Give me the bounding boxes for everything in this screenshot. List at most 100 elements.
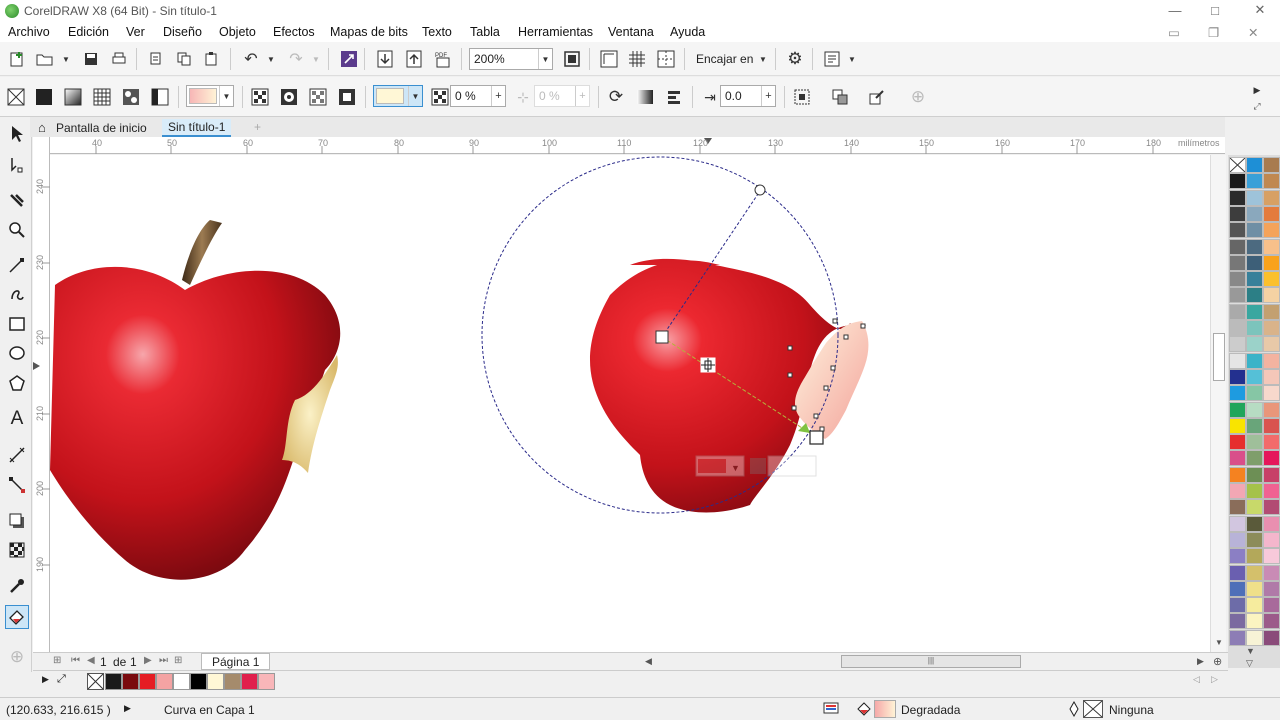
palette-swatch[interactable] xyxy=(1246,336,1263,353)
mdi-minimize-button[interactable]: ▭ xyxy=(1168,25,1180,40)
align-nodes-icon[interactable] xyxy=(663,86,685,108)
add-tab-button[interactable]: + xyxy=(248,119,267,137)
drawing-canvas[interactable]: ▼ xyxy=(50,155,1210,652)
doc-palette-swatch[interactable] xyxy=(156,673,173,690)
vertical-scrollbar-thumb[interactable] xyxy=(1213,333,1225,381)
add-page-icon[interactable]: ⊞ xyxy=(174,655,182,666)
doc-palette-scroll-right-icon[interactable]: ▷ xyxy=(1211,674,1218,685)
palette-swatch[interactable] xyxy=(1246,597,1263,614)
palette-swatch[interactable] xyxy=(1229,580,1246,597)
palette-swatch[interactable] xyxy=(1246,515,1263,532)
palette-swatch[interactable] xyxy=(1246,189,1263,206)
transparency-tool-icon[interactable] xyxy=(5,538,29,562)
parallel-dimension-tool-icon[interactable] xyxy=(5,443,29,467)
no-fill-swatch[interactable] xyxy=(1229,157,1246,173)
palette-swatch[interactable] xyxy=(1229,303,1246,320)
rectangular-gradient-icon[interactable] xyxy=(336,86,358,108)
chevron-down-icon[interactable]: ▼ xyxy=(841,48,863,70)
status-menu-icon[interactable]: ▶ xyxy=(124,703,131,714)
mdi-restore-button[interactable]: ❐ xyxy=(1208,25,1219,40)
doc-palette-swatch[interactable] xyxy=(139,673,156,690)
menu-edicion[interactable]: Edición xyxy=(68,25,109,39)
interactive-fill-tool-icon[interactable] xyxy=(5,605,29,629)
doc-palette-swatch[interactable] xyxy=(258,673,275,690)
palette-swatch[interactable] xyxy=(1229,450,1246,467)
palette-swatch[interactable] xyxy=(1263,515,1280,532)
acceleration-icon[interactable]: ⇥ xyxy=(699,86,721,108)
palette-swatch[interactable] xyxy=(1229,401,1246,418)
first-page-icon[interactable]: ⊞ xyxy=(53,655,61,666)
doc-palette-menu-icon[interactable]: ▶ xyxy=(42,674,49,685)
increment-icon[interactable]: + xyxy=(575,86,589,106)
connector-tool-icon[interactable] xyxy=(5,473,29,497)
edit-transparency-icon[interactable] xyxy=(866,86,888,108)
full-screen-icon[interactable] xyxy=(561,48,583,70)
vertical-scrollbar[interactable]: ▼ xyxy=(1210,155,1226,652)
page-tab[interactable]: Página 1 xyxy=(201,653,271,670)
show-guidelines-icon[interactable] xyxy=(655,48,677,70)
tab-home[interactable]: ⌂ Pantalla de inicio xyxy=(32,119,153,137)
palette-swatch[interactable] xyxy=(1263,222,1280,239)
application-launcher-icon[interactable] xyxy=(821,48,843,70)
doc-palette-swatch[interactable] xyxy=(190,673,207,690)
conical-gradient-icon[interactable] xyxy=(307,86,329,108)
palette-swatch[interactable] xyxy=(1263,271,1280,288)
palette-swatch[interactable] xyxy=(1263,483,1280,499)
menu-mapas-de-bits[interactable]: Mapas de bits xyxy=(330,25,408,39)
palette-swatch[interactable] xyxy=(1246,483,1263,499)
gear-icon[interactable]: ⚙ xyxy=(784,48,806,70)
palette-swatch[interactable] xyxy=(1263,548,1280,565)
palette-swatch[interactable] xyxy=(1246,417,1263,434)
print-icon[interactable] xyxy=(108,48,130,70)
palette-swatch[interactable] xyxy=(1246,303,1263,320)
drop-shadow-tool-icon[interactable] xyxy=(5,509,29,533)
palette-swatch[interactable] xyxy=(1246,222,1263,239)
no-color-swatch[interactable] xyxy=(87,673,104,690)
shape-tool-icon[interactable] xyxy=(5,153,29,177)
chevron-down-icon[interactable]: ▼ xyxy=(219,86,233,106)
menu-ver[interactable]: Ver xyxy=(126,25,145,39)
palette-swatch[interactable] xyxy=(1263,189,1280,206)
pick-tool-icon[interactable] xyxy=(5,122,29,146)
palette-swatch[interactable] xyxy=(1229,515,1246,532)
palette-swatch[interactable] xyxy=(1246,434,1263,451)
export-icon[interactable] xyxy=(403,48,425,70)
palette-swatch[interactable] xyxy=(1229,287,1246,304)
palette-swatch[interactable] xyxy=(1246,287,1263,304)
increment-icon[interactable]: + xyxy=(491,86,505,106)
snap-to-label[interactable]: Encajar en xyxy=(696,52,753,66)
horizontal-ruler[interactable]: 40 50 60 70 80 90 100 110 120 130 140 15… xyxy=(50,137,1225,154)
close-button[interactable]: ✕ xyxy=(1245,1,1275,19)
palette-swatch[interactable] xyxy=(1246,629,1263,646)
palette-swatch[interactable] xyxy=(1246,613,1263,630)
menu-texto[interactable]: Texto xyxy=(422,25,452,39)
smooth-blend-icon[interactable] xyxy=(634,86,656,108)
palette-swatch[interactable] xyxy=(1229,629,1246,646)
palette-swatch[interactable] xyxy=(1263,385,1280,402)
palette-swatch[interactable] xyxy=(1246,254,1263,271)
palette-swatch[interactable] xyxy=(1246,450,1263,467)
linear-gradient-icon[interactable] xyxy=(249,86,271,108)
palette-swatch[interactable] xyxy=(1229,320,1246,336)
rectangle-tool-icon[interactable] xyxy=(5,312,29,336)
fill-swatch[interactable] xyxy=(874,700,896,718)
palette-swatch[interactable] xyxy=(1229,613,1246,630)
palette-swatch[interactable] xyxy=(1229,466,1246,483)
palette-swatch[interactable] xyxy=(1263,580,1280,597)
bitmap-pattern-transparency-icon[interactable] xyxy=(120,86,142,108)
palette-swatch[interactable] xyxy=(1246,401,1263,418)
palette-swatch[interactable] xyxy=(1229,483,1246,499)
last-page-icon[interactable]: ⏭ xyxy=(159,655,168,666)
zoom-navigator-icon[interactable]: ⊕ xyxy=(1213,655,1222,668)
gradient-end-node[interactable] xyxy=(809,430,824,445)
palette-swatch[interactable] xyxy=(1229,352,1246,369)
palette-swatch[interactable] xyxy=(1246,173,1263,190)
palette-swatch[interactable] xyxy=(1246,368,1263,385)
import-icon[interactable] xyxy=(374,48,396,70)
palette-swatch[interactable] xyxy=(1246,580,1263,597)
horizontal-scrollbar-thumb[interactable]: ||| xyxy=(841,655,1021,668)
palette-swatch[interactable] xyxy=(1263,336,1280,353)
palette-scroll-down-icon[interactable]: ▼ xyxy=(1246,646,1255,656)
palette-swatch[interactable] xyxy=(1263,173,1280,190)
zoom-level-combo[interactable]: 200% ▼ xyxy=(469,48,553,70)
